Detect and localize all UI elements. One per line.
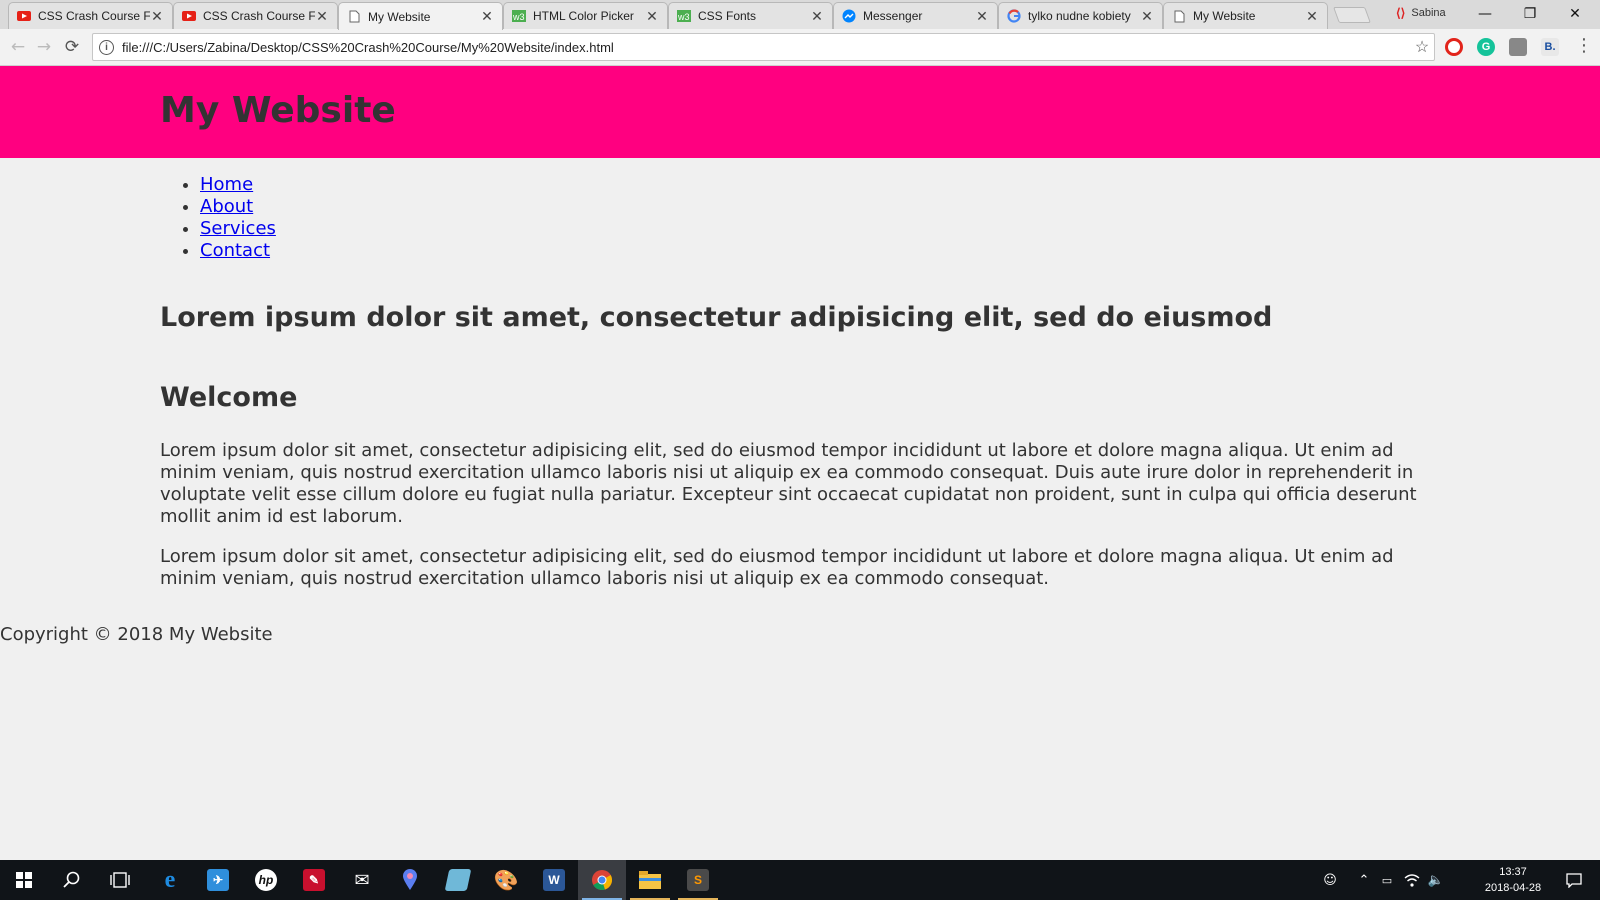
welcome-heading: Welcome — [160, 382, 298, 413]
tab-title: CSS Crash Course For Absolute Beginners … — [38, 9, 150, 23]
opera-extension-icon[interactable] — [1445, 38, 1463, 56]
site-nav: Home About Services Contact — [200, 174, 276, 262]
search-icon[interactable] — [48, 860, 96, 900]
maps-icon[interactable] — [386, 860, 434, 900]
wifi-icon[interactable] — [1400, 860, 1424, 900]
new-tab-button[interactable] — [1333, 7, 1371, 23]
close-tab-icon[interactable]: ✕ — [1140, 8, 1154, 25]
pocket-extension-icon[interactable] — [1509, 38, 1527, 56]
browser-tab-strip: CSS Crash Course For Absolute Beginners … — [0, 0, 1600, 30]
site-footer: Copyright © 2018 My Website — [0, 624, 273, 645]
info-icon[interactable]: i — [99, 39, 114, 55]
tab-my-website-active[interactable]: My Website ✕ — [338, 2, 503, 30]
profile-button[interactable]: ⟨⟩ Sabina — [1396, 6, 1446, 20]
minimize-button[interactable]: — — [1462, 0, 1508, 28]
url-text[interactable]: file:///C:/Users/Zabina/Desktop/CSS%20Cr… — [122, 40, 1410, 55]
tab-title: My Website — [368, 9, 431, 24]
mail-icon[interactable]: ✉ — [338, 860, 386, 900]
close-tab-icon[interactable]: ✕ — [1305, 8, 1319, 25]
show-hidden-icons-chevron[interactable]: ⌃ — [1352, 860, 1376, 900]
tab-css-crash-course-1[interactable]: CSS Crash Course For Absolute Beginners … — [8, 2, 173, 29]
clock-time: 13:37 — [1499, 866, 1527, 878]
grammarly-extension-icon[interactable]: G — [1477, 38, 1495, 56]
tab-my-website-2[interactable]: My Website ✕ — [1163, 2, 1328, 29]
close-tab-icon[interactable]: ✕ — [150, 8, 164, 25]
action-center-icon[interactable] — [1556, 860, 1592, 900]
tab-title: My Website — [1193, 9, 1256, 23]
forward-arrow-icon[interactable]: → — [32, 35, 56, 59]
svg-text:w3: w3 — [512, 12, 525, 22]
more-menu-icon[interactable]: ⋮ — [1575, 35, 1593, 56]
file-explorer-icon[interactable] — [626, 860, 674, 900]
3d-builder-icon[interactable] — [434, 860, 482, 900]
nav-item-contact: Contact — [200, 240, 276, 262]
browser-toolbar: ← → ⟳ i file:///C:/Users/Zabina/Desktop/… — [0, 29, 1600, 66]
close-tab-icon[interactable]: ✕ — [315, 8, 329, 25]
nav-item-services: Services — [200, 218, 276, 240]
bookmark-extension-icon[interactable]: B. — [1541, 38, 1559, 56]
youtube-icon — [17, 9, 31, 23]
site-title: My Website — [160, 90, 396, 131]
showcase-heading: Lorem ipsum dolor sit amet, consectetur … — [160, 302, 1273, 333]
chrome-icon[interactable] — [578, 860, 626, 900]
tab-css-fonts[interactable]: w3 CSS Fonts ✕ — [668, 2, 833, 29]
tab-title: tylko nudne kobiety — [1028, 9, 1131, 23]
tab-title: CSS Crash Course For Absolute Beginners … — [203, 9, 315, 23]
task-view-icon[interactable] — [96, 860, 144, 900]
messenger-icon — [842, 9, 856, 23]
site-header: My Website — [0, 66, 1600, 158]
restore-button[interactable]: ❐ — [1507, 0, 1553, 28]
close-tab-icon[interactable]: ✕ — [645, 8, 659, 25]
page-icon — [347, 10, 361, 24]
svg-text:w3: w3 — [677, 12, 690, 22]
paint-icon[interactable]: 🎨 — [482, 860, 530, 900]
close-tab-icon[interactable]: ✕ — [480, 8, 494, 25]
taskbar: e ✈ hp ✎ ✉ 🎨 W S ☺ ⌃ ▭ 🔈 13:37 2018-04-2… — [0, 860, 1600, 900]
app-blue-icon[interactable]: ✈ — [194, 860, 242, 900]
people-icon[interactable]: ☺ — [1318, 860, 1342, 900]
nav-link-contact[interactable]: Contact — [200, 240, 270, 261]
system-clock[interactable]: 13:37 2018-04-28 — [1476, 864, 1550, 896]
nav-item-about: About — [200, 196, 276, 218]
hp-icon[interactable]: hp — [242, 860, 290, 900]
w3schools-icon: w3 — [677, 9, 691, 23]
profile-name: Sabina — [1411, 7, 1446, 19]
tab-title: HTML Color Picker — [533, 9, 634, 23]
reload-icon[interactable]: ⟳ — [60, 35, 84, 59]
tab-google-search[interactable]: tylko nudne kobiety ✕ — [998, 2, 1163, 29]
nav-link-about[interactable]: About — [200, 196, 253, 217]
tab-css-crash-course-2[interactable]: CSS Crash Course For Absolute Beginners … — [173, 2, 338, 29]
tab-html-color-picker[interactable]: w3 HTML Color Picker ✕ — [503, 2, 668, 29]
content-paragraph: Lorem ipsum dolor sit amet, consectetur … — [160, 546, 1394, 589]
volume-icon[interactable]: 🔈 — [1424, 860, 1448, 900]
pdf-app-icon[interactable]: ✎ — [290, 860, 338, 900]
tab-title: CSS Fonts — [698, 9, 757, 23]
bookmark-star-icon[interactable]: ☆ — [1410, 37, 1434, 57]
content-paragraph: Lorem ipsum dolor sit amet, consectetur … — [160, 440, 1417, 527]
close-window-button[interactable]: ✕ — [1552, 0, 1598, 28]
w3schools-icon: w3 — [512, 9, 526, 23]
battery-icon[interactable]: ▭ — [1376, 860, 1398, 900]
page-icon — [1172, 9, 1186, 23]
tab-title: Messenger — [863, 9, 923, 23]
edge-icon[interactable]: e — [146, 860, 194, 900]
nav-link-services[interactable]: Services — [200, 218, 276, 239]
profile-icon: ⟨⟩ — [1396, 6, 1406, 20]
nav-link-home[interactable]: Home — [200, 174, 253, 195]
nav-item-home: Home — [200, 174, 276, 196]
close-tab-icon[interactable]: ✕ — [975, 8, 989, 25]
windows-start-icon[interactable] — [0, 860, 48, 900]
back-arrow-icon[interactable]: ← — [6, 35, 30, 59]
page-viewport: My Website Home About Services Contact L… — [0, 66, 1600, 860]
close-tab-icon[interactable]: ✕ — [810, 8, 824, 25]
sublime-text-icon[interactable]: S — [674, 860, 722, 900]
address-bar[interactable]: i file:///C:/Users/Zabina/Desktop/CSS%20… — [92, 33, 1435, 61]
google-icon — [1007, 9, 1021, 23]
clock-date: 2018-04-28 — [1484, 882, 1542, 894]
youtube-icon — [182, 9, 196, 23]
tab-messenger[interactable]: Messenger ✕ — [833, 2, 998, 29]
word-icon[interactable]: W — [530, 860, 578, 900]
